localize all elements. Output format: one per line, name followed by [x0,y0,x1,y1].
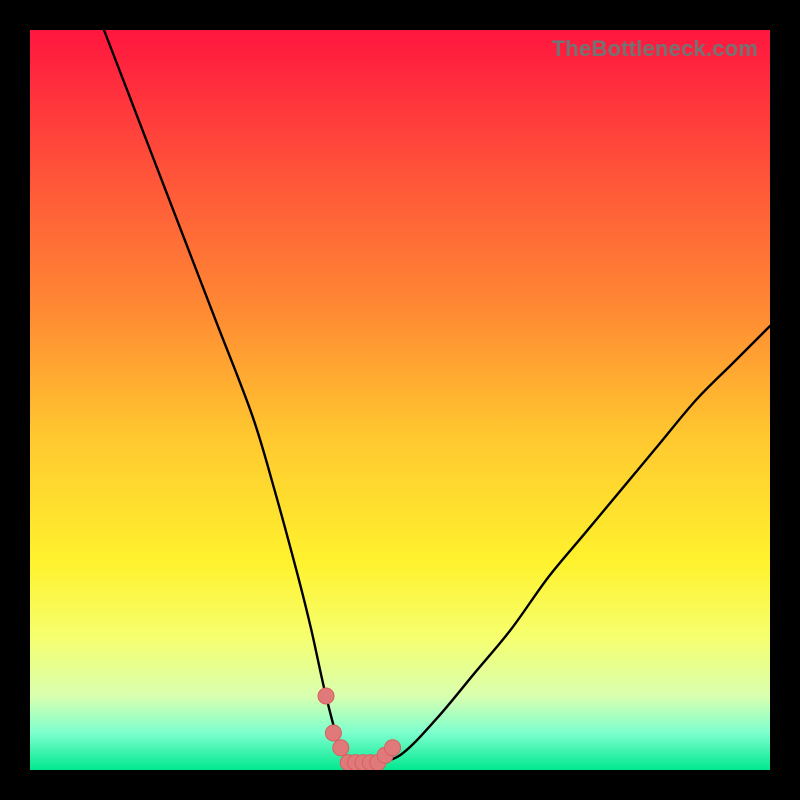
chart-plot-area: TheBottleneck.com [30,30,770,770]
chart-frame: TheBottleneck.com [0,0,800,800]
highlight-marker [385,740,401,756]
highlight-marker [318,688,334,704]
highlight-marker [325,725,341,741]
highlight-marker [333,740,349,756]
bottleneck-curve [104,30,770,764]
highlight-markers [318,688,401,770]
curve-svg [30,30,770,770]
